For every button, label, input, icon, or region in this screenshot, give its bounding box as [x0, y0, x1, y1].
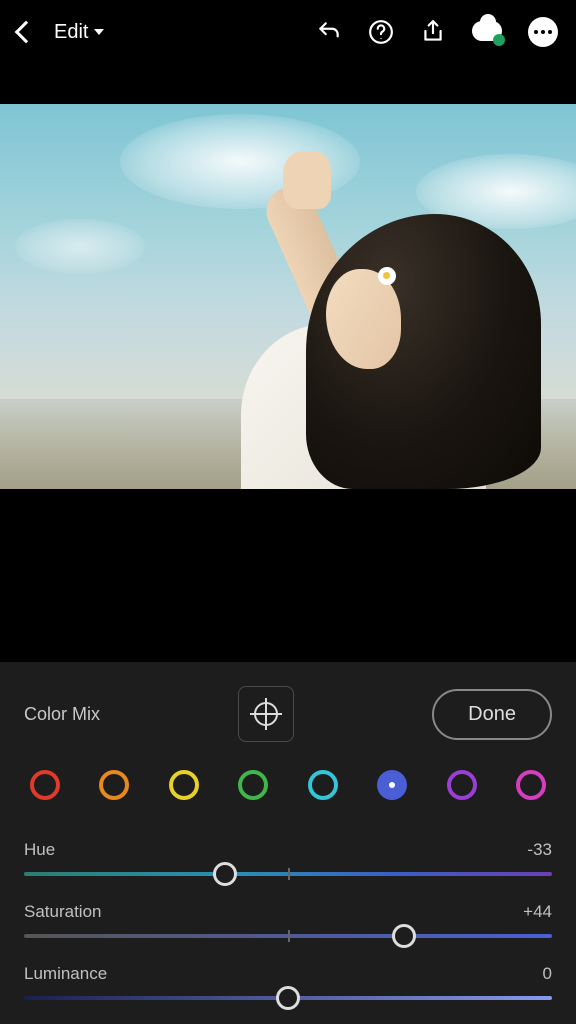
toolbar-left: Edit [18, 21, 104, 44]
color-mix-panel: Color Mix Done Hue -33 Saturation +4 [0, 662, 576, 1024]
more-icon[interactable] [528, 17, 558, 47]
swatch-yellow[interactable] [169, 770, 199, 800]
swatch-red[interactable] [30, 770, 60, 800]
undo-icon[interactable] [316, 19, 342, 45]
luminance-slider-group: Luminance 0 [24, 964, 552, 1000]
image-preview[interactable] [0, 104, 576, 489]
saturation-value: +44 [523, 902, 552, 922]
luminance-value: 0 [543, 964, 552, 984]
swatch-green[interactable] [238, 770, 268, 800]
hue-value: -33 [527, 840, 552, 860]
done-button[interactable]: Done [432, 689, 552, 740]
swatch-blue[interactable] [377, 770, 407, 800]
hue-thumb[interactable] [213, 862, 237, 886]
saturation-slider-group: Saturation +44 [24, 902, 552, 938]
cloud-sync-icon[interactable] [472, 21, 502, 43]
saturation-thumb[interactable] [392, 924, 416, 948]
swatch-magenta[interactable] [516, 770, 546, 800]
swatch-purple[interactable] [447, 770, 477, 800]
luminance-label: Luminance [24, 964, 107, 984]
toolbar-right [316, 17, 558, 47]
swatch-orange[interactable] [99, 770, 129, 800]
saturation-label: Saturation [24, 902, 102, 922]
edit-dropdown[interactable]: Edit [54, 21, 104, 44]
saturation-slider[interactable] [24, 934, 552, 938]
hue-slider[interactable] [24, 872, 552, 876]
hue-slider-group: Hue -33 [24, 840, 552, 876]
panel-header: Color Mix Done [24, 686, 552, 742]
panel-title: Color Mix [24, 704, 100, 725]
color-swatches [24, 770, 552, 800]
hue-label: Hue [24, 840, 55, 860]
edit-label: Edit [54, 21, 88, 44]
luminance-slider[interactable] [24, 996, 552, 1000]
help-icon[interactable] [368, 19, 394, 45]
luminance-thumb[interactable] [276, 986, 300, 1010]
top-toolbar: Edit [0, 0, 576, 64]
back-icon[interactable] [15, 21, 38, 44]
chevron-down-icon [94, 29, 104, 35]
share-icon[interactable] [420, 19, 446, 45]
swatch-aqua[interactable] [308, 770, 338, 800]
color-picker-button[interactable] [238, 686, 294, 742]
crosshair-icon [254, 702, 278, 726]
